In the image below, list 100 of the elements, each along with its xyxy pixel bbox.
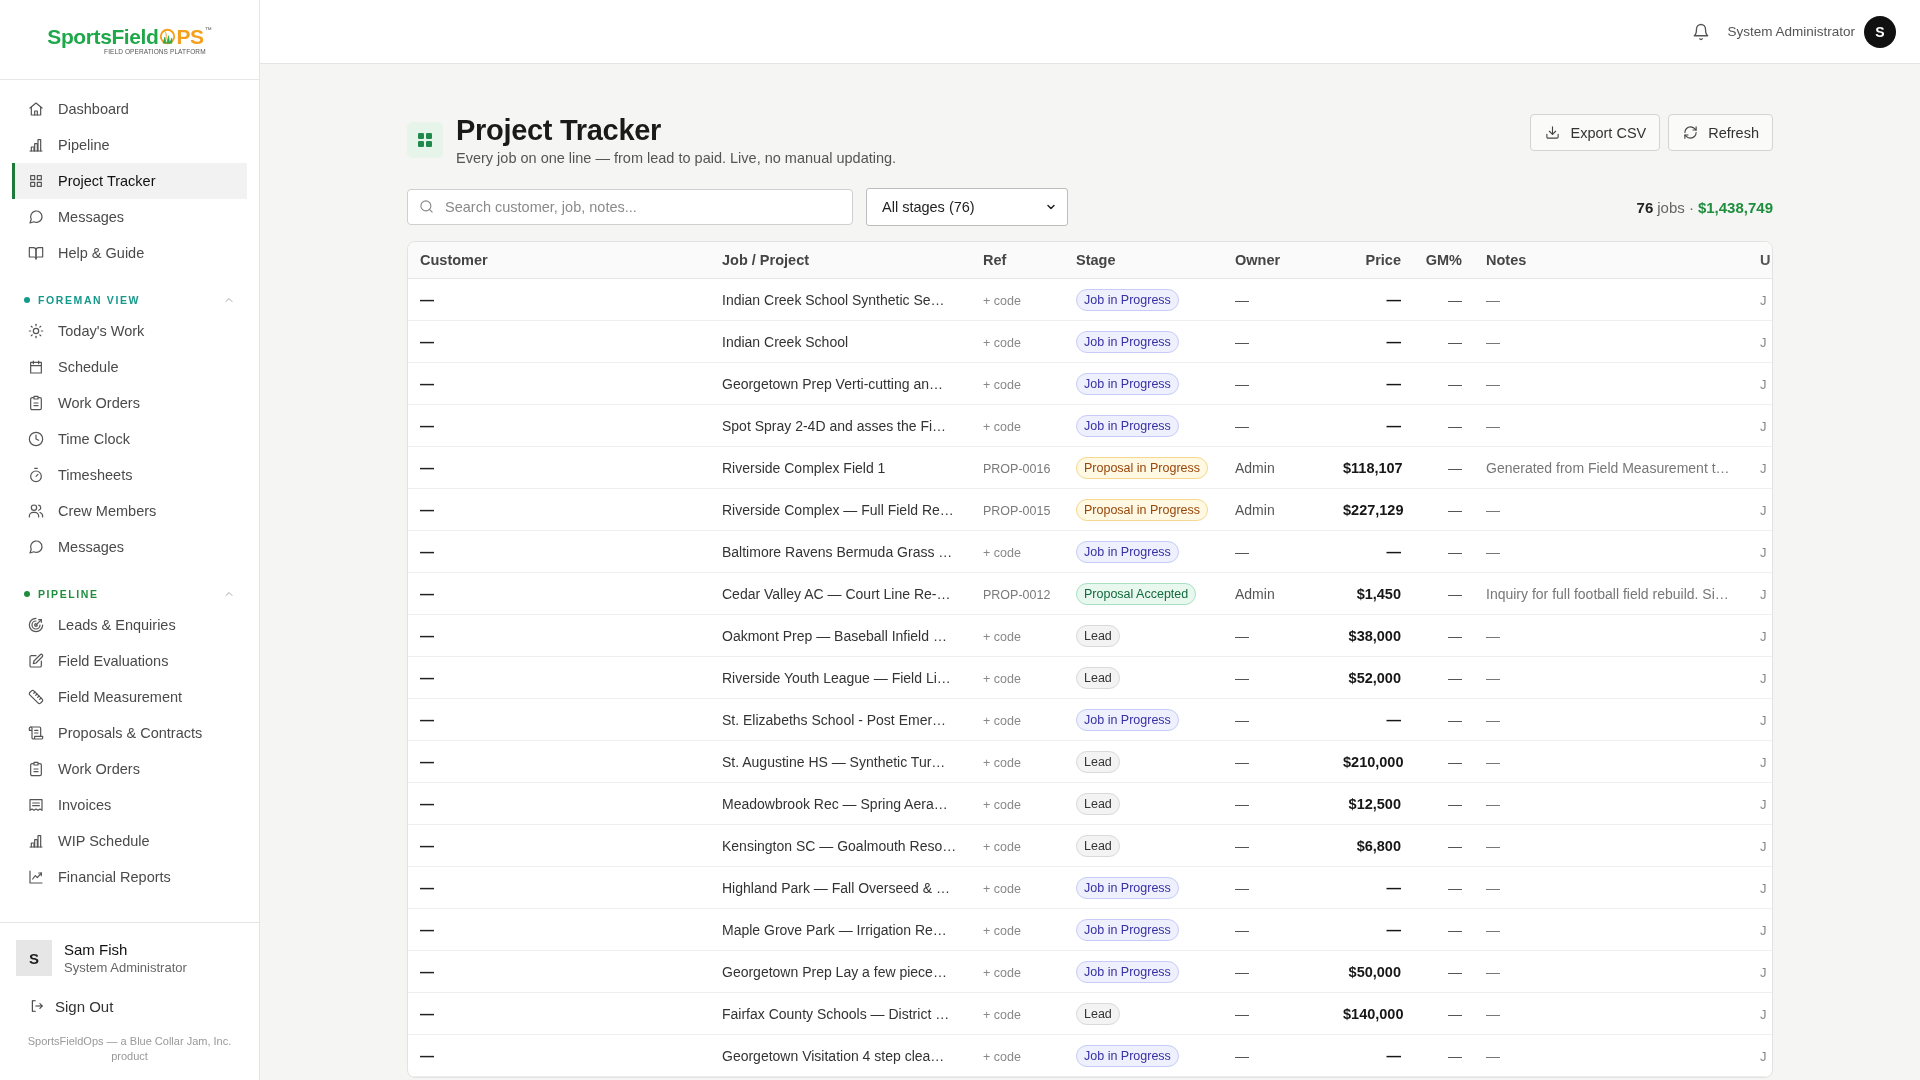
stage-tag: Job in Progress xyxy=(1076,918,1179,941)
add-code-link[interactable]: + code xyxy=(983,797,1021,812)
add-code-link[interactable]: + code xyxy=(983,755,1021,770)
sidebar-item[interactable]: Project Tracker xyxy=(12,163,247,199)
stage-tag: Proposal Accepted xyxy=(1076,582,1197,605)
owner-cell: — xyxy=(1235,1005,1249,1022)
price-cell: $12,500 xyxy=(1348,795,1401,812)
owner-cell: — xyxy=(1235,627,1249,644)
owner-cell: — xyxy=(1235,333,1249,350)
job-count-label: jobs · xyxy=(1657,198,1694,216)
notes-cell: — xyxy=(1486,753,1500,770)
sidebar-item[interactable]: Field Measurement xyxy=(12,679,247,715)
sidebar-item[interactable]: Work Orders xyxy=(12,751,247,787)
add-code-link[interactable]: + code xyxy=(983,629,1021,644)
sidebar-item[interactable]: Pipeline xyxy=(12,127,247,163)
table-cell: J xyxy=(1760,460,1767,476)
add-code-link[interactable]: + code xyxy=(983,419,1021,434)
sidebar-item[interactable]: Field Evaluations xyxy=(12,643,247,679)
stage-tag: Job in Progress xyxy=(1076,540,1179,563)
user-name: Sam Fish xyxy=(64,941,129,958)
sidebar-item[interactable]: Financial Reports xyxy=(12,859,247,895)
add-code-link[interactable]: + code xyxy=(983,839,1021,854)
table-cell: J xyxy=(1760,922,1767,938)
owner-cell: — xyxy=(1235,711,1249,728)
add-code-link[interactable]: + code xyxy=(983,1049,1021,1064)
export-button[interactable]: Export CSV xyxy=(1530,114,1661,151)
stage-tag: Lead xyxy=(1076,834,1120,857)
notes-cell: — xyxy=(1486,501,1500,518)
sidebar-item[interactable]: Schedule xyxy=(12,349,247,385)
refresh-button[interactable]: Refresh xyxy=(1668,114,1773,151)
add-code-link[interactable]: + code xyxy=(983,671,1021,686)
sidebar-item[interactable]: Time Clock xyxy=(12,421,247,457)
add-code-link[interactable]: + code xyxy=(983,965,1021,980)
sidebar-item[interactable]: Proposals & Contracts xyxy=(12,715,247,751)
add-code-link[interactable]: + code xyxy=(983,293,1021,308)
sidebar-item[interactable]: Work Orders xyxy=(12,385,247,421)
column-header: Notes xyxy=(1486,252,1527,268)
logo-wordmark: SportsField xyxy=(47,25,159,48)
add-code-link[interactable]: + code xyxy=(983,923,1021,938)
owner-cell: — xyxy=(1235,795,1249,812)
sidebar-item[interactable]: Timesheets xyxy=(12,457,247,493)
sidebar-item[interactable]: Help & Guide xyxy=(12,235,247,271)
price-cell: — xyxy=(1386,543,1401,560)
owner-cell: — xyxy=(1235,837,1249,854)
price-cell: $50,000 xyxy=(1348,963,1401,980)
job-name-cell: Spot Spray 2-4D and asses the Fi… xyxy=(722,417,947,434)
search-icon xyxy=(419,199,434,214)
owner-cell: — xyxy=(1235,669,1249,686)
job-name-cell: Fairfax County Schools — District … xyxy=(722,1005,950,1022)
add-code-link[interactable]: + code xyxy=(983,545,1021,560)
stage-tag: Job in Progress xyxy=(1076,1044,1179,1067)
ref-code-cell: PROP-0015 xyxy=(983,503,1051,518)
stage-tag: Proposal in Progress xyxy=(1076,498,1209,521)
sidebar-item[interactable]: Messages xyxy=(12,199,247,235)
sidebar-item[interactable]: Leads & Enquiries xyxy=(12,607,247,643)
add-code-link[interactable]: + code xyxy=(983,881,1021,896)
grid-icon xyxy=(28,173,44,189)
table-cell: J xyxy=(1760,334,1767,350)
customer-cell: — xyxy=(420,375,434,392)
owner-cell: — xyxy=(1235,291,1249,308)
customer-cell: — xyxy=(420,459,434,476)
sign-out-button[interactable]: Sign Out xyxy=(16,991,243,1021)
stage-tag: Job in Progress xyxy=(1076,372,1179,395)
stage-filter-dropdown[interactable]: All stages (76) xyxy=(866,188,1068,226)
pencil-square-icon xyxy=(28,653,44,669)
margin-cell: — xyxy=(1448,501,1462,518)
margin-cell: — xyxy=(1448,963,1462,980)
sidebar-item[interactable]: Invoices xyxy=(12,787,247,823)
search-field[interactable]: Search customer, job, notes... xyxy=(407,189,853,225)
open-book-icon xyxy=(28,245,44,261)
section-header[interactable]: PIPELINE xyxy=(24,581,235,607)
price-cell: $38,000 xyxy=(1348,627,1401,644)
sidebar-item[interactable]: Crew Members xyxy=(12,493,247,529)
table-cell: J xyxy=(1760,754,1767,770)
margin-cell: — xyxy=(1448,837,1462,854)
customer-cell: — xyxy=(420,1005,434,1022)
sidebar-item[interactable]: Messages xyxy=(12,529,247,565)
column-header: Ref xyxy=(983,252,1007,268)
owner-cell: — xyxy=(1235,921,1249,938)
ref-code-cell: PROP-0012 xyxy=(983,587,1051,602)
users-icon xyxy=(28,503,44,519)
stage-tag: Lead xyxy=(1076,792,1120,815)
add-code-link[interactable]: + code xyxy=(983,335,1021,350)
margin-cell: — xyxy=(1448,753,1462,770)
section-header[interactable]: FOREMAN VIEW xyxy=(24,287,235,313)
sidebar-item[interactable]: Today's Work xyxy=(12,313,247,349)
bell-icon[interactable] xyxy=(1692,22,1711,41)
table-cell: J xyxy=(1760,964,1767,980)
price-cell: — xyxy=(1386,375,1401,392)
add-code-link[interactable]: + code xyxy=(983,377,1021,392)
price-cell: $118,107 xyxy=(1343,459,1403,476)
column-header: GM% xyxy=(1425,252,1462,268)
sidebar-item[interactable]: Dashboard xyxy=(12,91,247,127)
user-avatar[interactable]: S xyxy=(1864,15,1896,48)
add-code-link[interactable]: + code xyxy=(983,1007,1021,1022)
table-cell: J xyxy=(1760,1048,1767,1064)
notes-cell: — xyxy=(1486,879,1500,896)
sidebar-item[interactable]: WIP Schedule xyxy=(12,823,247,859)
price-cell: — xyxy=(1386,291,1401,308)
add-code-link[interactable]: + code xyxy=(983,713,1021,728)
